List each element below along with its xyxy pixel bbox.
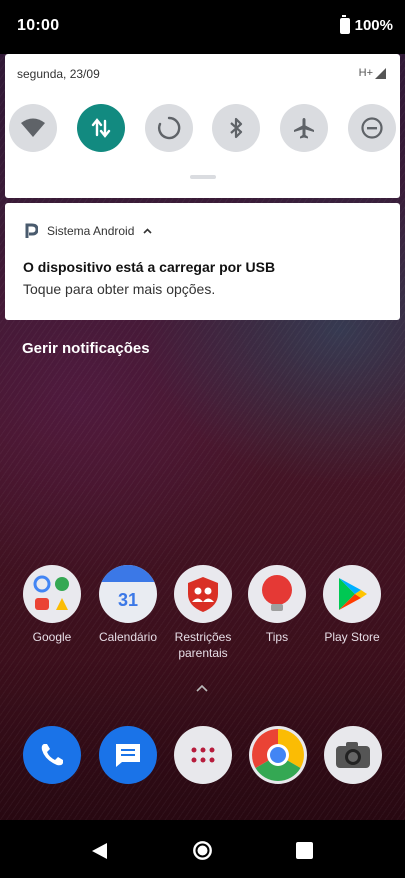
battery-indicator: 100%: [339, 14, 393, 34]
tips-icon: [248, 565, 306, 623]
battery-percent: 100%: [354, 17, 393, 34]
calendar-day: 31: [117, 589, 139, 610]
quick-settings-panel: segunda, 23/09 H+: [5, 54, 400, 198]
status-time: 10:00: [17, 17, 60, 34]
home-button[interactable]: [192, 840, 213, 861]
network-type: H+: [358, 67, 373, 79]
airplane-icon: [294, 118, 315, 139]
wallpaper: 10:00 100% segunda, 23/09 H+ Sistema And…: [0, 0, 405, 878]
app-label: Restrições parentais: [174, 630, 232, 660]
notification-title: O dispositivo está a carregar por USB: [23, 259, 276, 275]
app-drawer-icon[interactable]: [174, 726, 232, 784]
notification-card[interactable]: Sistema Android O dispositivo está a car…: [5, 203, 400, 320]
airplane-mode-tile[interactable]: [280, 104, 329, 152]
lightbulb-icon: [262, 575, 292, 611]
app-parental-controls[interactable]: Restrições parentais: [166, 565, 240, 661]
battery-charging-icon: [339, 14, 350, 34]
app-label: Calendário: [98, 630, 158, 644]
do-not-disturb-tile[interactable]: [347, 104, 396, 152]
bluetooth-tile[interactable]: [212, 104, 261, 152]
parental-controls-icon: [174, 565, 232, 623]
auto-rotate-tile[interactable]: [144, 104, 193, 152]
messages-icon[interactable]: [99, 726, 157, 784]
wifi-tile[interactable]: [9, 104, 57, 152]
bluetooth-icon: [230, 117, 243, 139]
manage-notifications-button[interactable]: Gerir notificações: [22, 340, 150, 357]
phone-icon[interactable]: [23, 726, 81, 784]
wifi-icon: [21, 118, 45, 137]
google-folder-icon: [23, 565, 81, 623]
camera-icon[interactable]: [324, 726, 382, 784]
app-play-store[interactable]: Play Store: [315, 565, 389, 645]
navigation-bar: [0, 820, 405, 878]
app-tips[interactable]: Tips: [240, 565, 314, 645]
signal-status: H+: [359, 67, 386, 79]
notification-app-name: Sistema Android: [47, 224, 135, 238]
shield-icon: [188, 577, 218, 612]
status-bar: 10:00 100%: [0, 0, 405, 54]
app-drawer-chevron-icon[interactable]: [196, 684, 208, 692]
quick-settings-tiles: [9, 104, 396, 152]
calendar-icon: 31: [99, 565, 157, 623]
qs-date[interactable]: segunda, 23/09: [17, 67, 100, 81]
display-notch: [143, 0, 263, 26]
auto-rotate-icon: [157, 116, 180, 140]
app-label: Play Store: [324, 630, 380, 644]
app-calendar[interactable]: 31 Calendário: [91, 565, 165, 645]
recents-button[interactable]: [296, 842, 313, 859]
play-store-icon: [323, 565, 381, 623]
play-triangle-icon: [339, 578, 367, 610]
google-folder-glyphs: [33, 575, 69, 610]
notification-body: Toque para obter mais opções.: [23, 281, 216, 297]
signal-strength-icon: [375, 67, 386, 79]
android-system-icon: [25, 223, 38, 238]
chrome-icon[interactable]: [249, 726, 307, 784]
notification-header: Sistema Android: [25, 223, 152, 239]
mobile-data-icon: [91, 118, 110, 138]
app-label: Google: [32, 630, 72, 644]
app-google[interactable]: Google: [15, 565, 89, 645]
drag-handle[interactable]: [190, 175, 216, 179]
mobile-data-tile[interactable]: [76, 104, 125, 152]
back-button[interactable]: [91, 842, 108, 860]
do-not-disturb-icon: [361, 117, 383, 139]
chevron-up-icon[interactable]: [143, 228, 152, 234]
app-label: Tips: [265, 630, 289, 644]
